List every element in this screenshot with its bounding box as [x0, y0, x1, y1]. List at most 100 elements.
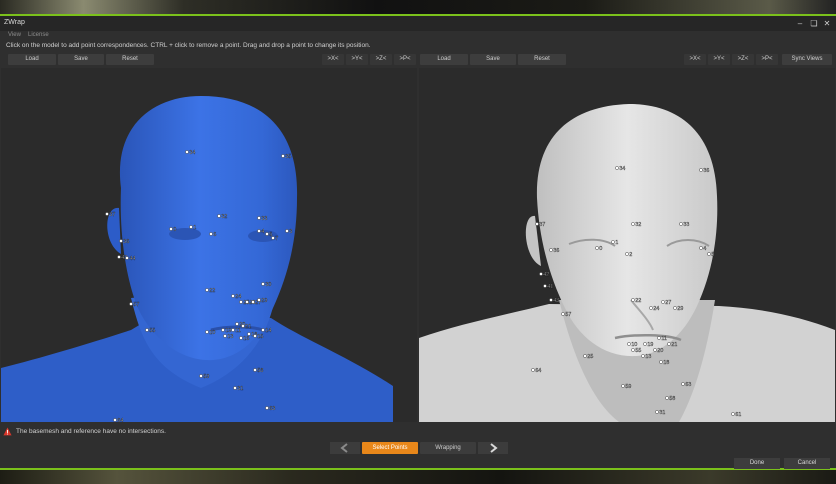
- reference-point-marker[interactable]: [641, 354, 645, 358]
- next-step-button[interactable]: [478, 442, 508, 454]
- close-icon[interactable]: ✕: [821, 18, 833, 29]
- minimize-icon[interactable]: –: [794, 18, 806, 29]
- basemesh-point-marker[interactable]: [205, 330, 209, 334]
- basemesh-point-marker[interactable]: [265, 406, 269, 410]
- basemesh-point-marker[interactable]: [261, 282, 265, 286]
- basemesh-point-marker[interactable]: [271, 236, 275, 240]
- basemesh-point-marker[interactable]: [145, 328, 149, 332]
- reference-point-marker[interactable]: [659, 360, 663, 364]
- reference-load-button[interactable]: Load: [420, 54, 468, 65]
- basemesh-point-marker[interactable]: [209, 232, 213, 236]
- reference-point-marker[interactable]: [673, 306, 677, 310]
- basemesh-model[interactable]: 3435373642440132633457322305724252327295…: [1, 68, 417, 422]
- basemesh-save-button[interactable]: Save: [58, 54, 104, 65]
- reference-point-marker[interactable]: [631, 222, 635, 226]
- cancel-button[interactable]: Cancel: [784, 458, 830, 469]
- basemesh-point-marker[interactable]: [257, 216, 261, 220]
- reference-p-axis-button[interactable]: >P<: [756, 54, 778, 65]
- basemesh-point-marker[interactable]: [285, 229, 289, 233]
- reference-point-marker[interactable]: [655, 410, 659, 414]
- basemesh-p-axis-button[interactable]: >P<: [394, 54, 416, 65]
- basemesh-point-marker[interactable]: [235, 322, 239, 326]
- basemesh-point-marker[interactable]: [241, 324, 245, 328]
- basemesh-x-axis-button[interactable]: >X<: [322, 54, 344, 65]
- basemesh-point-marker[interactable]: [231, 328, 235, 332]
- menu-license[interactable]: License: [28, 32, 49, 38]
- reference-point-marker[interactable]: [707, 252, 711, 256]
- basemesh-point-marker[interactable]: [113, 418, 117, 422]
- reference-save-button[interactable]: Save: [470, 54, 516, 65]
- basemesh-point-marker[interactable]: [281, 154, 285, 158]
- reference-point-marker[interactable]: [549, 248, 553, 252]
- basemesh-point-marker[interactable]: [169, 227, 173, 231]
- basemesh-point-marker[interactable]: [257, 298, 261, 302]
- reference-reset-button[interactable]: Reset: [518, 54, 566, 65]
- basemesh-point-marker[interactable]: [119, 239, 123, 243]
- done-button[interactable]: Done: [734, 458, 780, 469]
- basemesh-point-marker[interactable]: [231, 294, 235, 298]
- reference-point-marker[interactable]: [535, 222, 539, 226]
- basemesh-viewport[interactable]: 3435373642440132633457322305724252327295…: [1, 68, 417, 422]
- reference-point-marker[interactable]: [627, 342, 631, 346]
- reference-point-marker[interactable]: [731, 412, 735, 416]
- step-wrapping[interactable]: Wrapping: [420, 442, 476, 454]
- basemesh-y-axis-button[interactable]: >Y<: [346, 54, 368, 65]
- previous-step-button[interactable]: [330, 442, 360, 454]
- sync-views-button[interactable]: Sync Views: [782, 54, 832, 65]
- basemesh-reset-button[interactable]: Reset: [106, 54, 154, 65]
- reference-point-marker[interactable]: [615, 166, 619, 170]
- reference-x-axis-button[interactable]: >X<: [684, 54, 706, 65]
- basemesh-point-marker[interactable]: [199, 374, 203, 378]
- reference-model[interactable]: 34 3637 32 3336 012454241435722242729255510 1…: [419, 68, 835, 422]
- basemesh-point-marker[interactable]: [265, 232, 269, 236]
- basemesh-point-marker[interactable]: [129, 302, 133, 306]
- basemesh-point-marker[interactable]: [125, 256, 129, 260]
- basemesh-point-marker[interactable]: [245, 300, 249, 304]
- maximize-icon[interactable]: ❏: [808, 18, 820, 29]
- reference-point-marker[interactable]: [667, 342, 671, 346]
- basemesh-point-marker[interactable]: [117, 255, 121, 259]
- basemesh-z-axis-button[interactable]: >Z<: [370, 54, 392, 65]
- basemesh-load-button[interactable]: Load: [8, 54, 56, 65]
- basemesh-point-marker[interactable]: [247, 332, 251, 336]
- basemesh-point-marker[interactable]: [189, 225, 193, 229]
- basemesh-point-marker[interactable]: [261, 328, 265, 332]
- basemesh-point-marker[interactable]: [223, 334, 227, 338]
- reference-point-marker[interactable]: [653, 348, 657, 352]
- reference-point-marker[interactable]: [657, 336, 661, 340]
- reference-point-marker[interactable]: [531, 368, 535, 372]
- reference-point-marker[interactable]: [649, 306, 653, 310]
- reference-point-marker[interactable]: [583, 354, 587, 358]
- basemesh-point-marker[interactable]: [217, 214, 221, 218]
- menu-view[interactable]: View: [8, 32, 21, 38]
- basemesh-point-marker[interactable]: [221, 328, 225, 332]
- basemesh-point-marker[interactable]: [251, 300, 255, 304]
- step-select-points[interactable]: Select Points: [362, 442, 418, 454]
- basemesh-point-marker[interactable]: [239, 300, 243, 304]
- reference-point-marker[interactable]: [611, 240, 615, 244]
- reference-point-marker[interactable]: [631, 298, 635, 302]
- basemesh-point-marker[interactable]: [185, 150, 189, 154]
- reference-point-marker[interactable]: [681, 382, 685, 386]
- reference-point-marker[interactable]: [595, 246, 599, 250]
- basemesh-point-marker[interactable]: [239, 336, 243, 340]
- reference-point-marker[interactable]: [699, 168, 703, 172]
- basemesh-point-marker[interactable]: [233, 386, 237, 390]
- reference-point-marker[interactable]: [621, 384, 625, 388]
- reference-point-marker[interactable]: [625, 252, 629, 256]
- reference-y-axis-button[interactable]: >Y<: [708, 54, 730, 65]
- reference-point-marker[interactable]: [665, 396, 669, 400]
- reference-z-axis-button[interactable]: >Z<: [732, 54, 754, 65]
- reference-point-marker[interactable]: [643, 342, 647, 346]
- reference-point-marker[interactable]: [679, 222, 683, 226]
- basemesh-point-marker[interactable]: [257, 229, 261, 233]
- basemesh-point-marker[interactable]: [205, 288, 209, 292]
- reference-point-marker[interactable]: [549, 298, 553, 302]
- basemesh-point-marker[interactable]: [253, 368, 257, 372]
- reference-point-marker[interactable]: [631, 348, 635, 352]
- basemesh-point-marker[interactable]: [105, 212, 109, 216]
- reference-point-marker[interactable]: [539, 272, 543, 276]
- basemesh-point-marker[interactable]: [253, 334, 257, 338]
- reference-point-marker[interactable]: [561, 312, 565, 316]
- reference-point-marker[interactable]: [699, 246, 703, 250]
